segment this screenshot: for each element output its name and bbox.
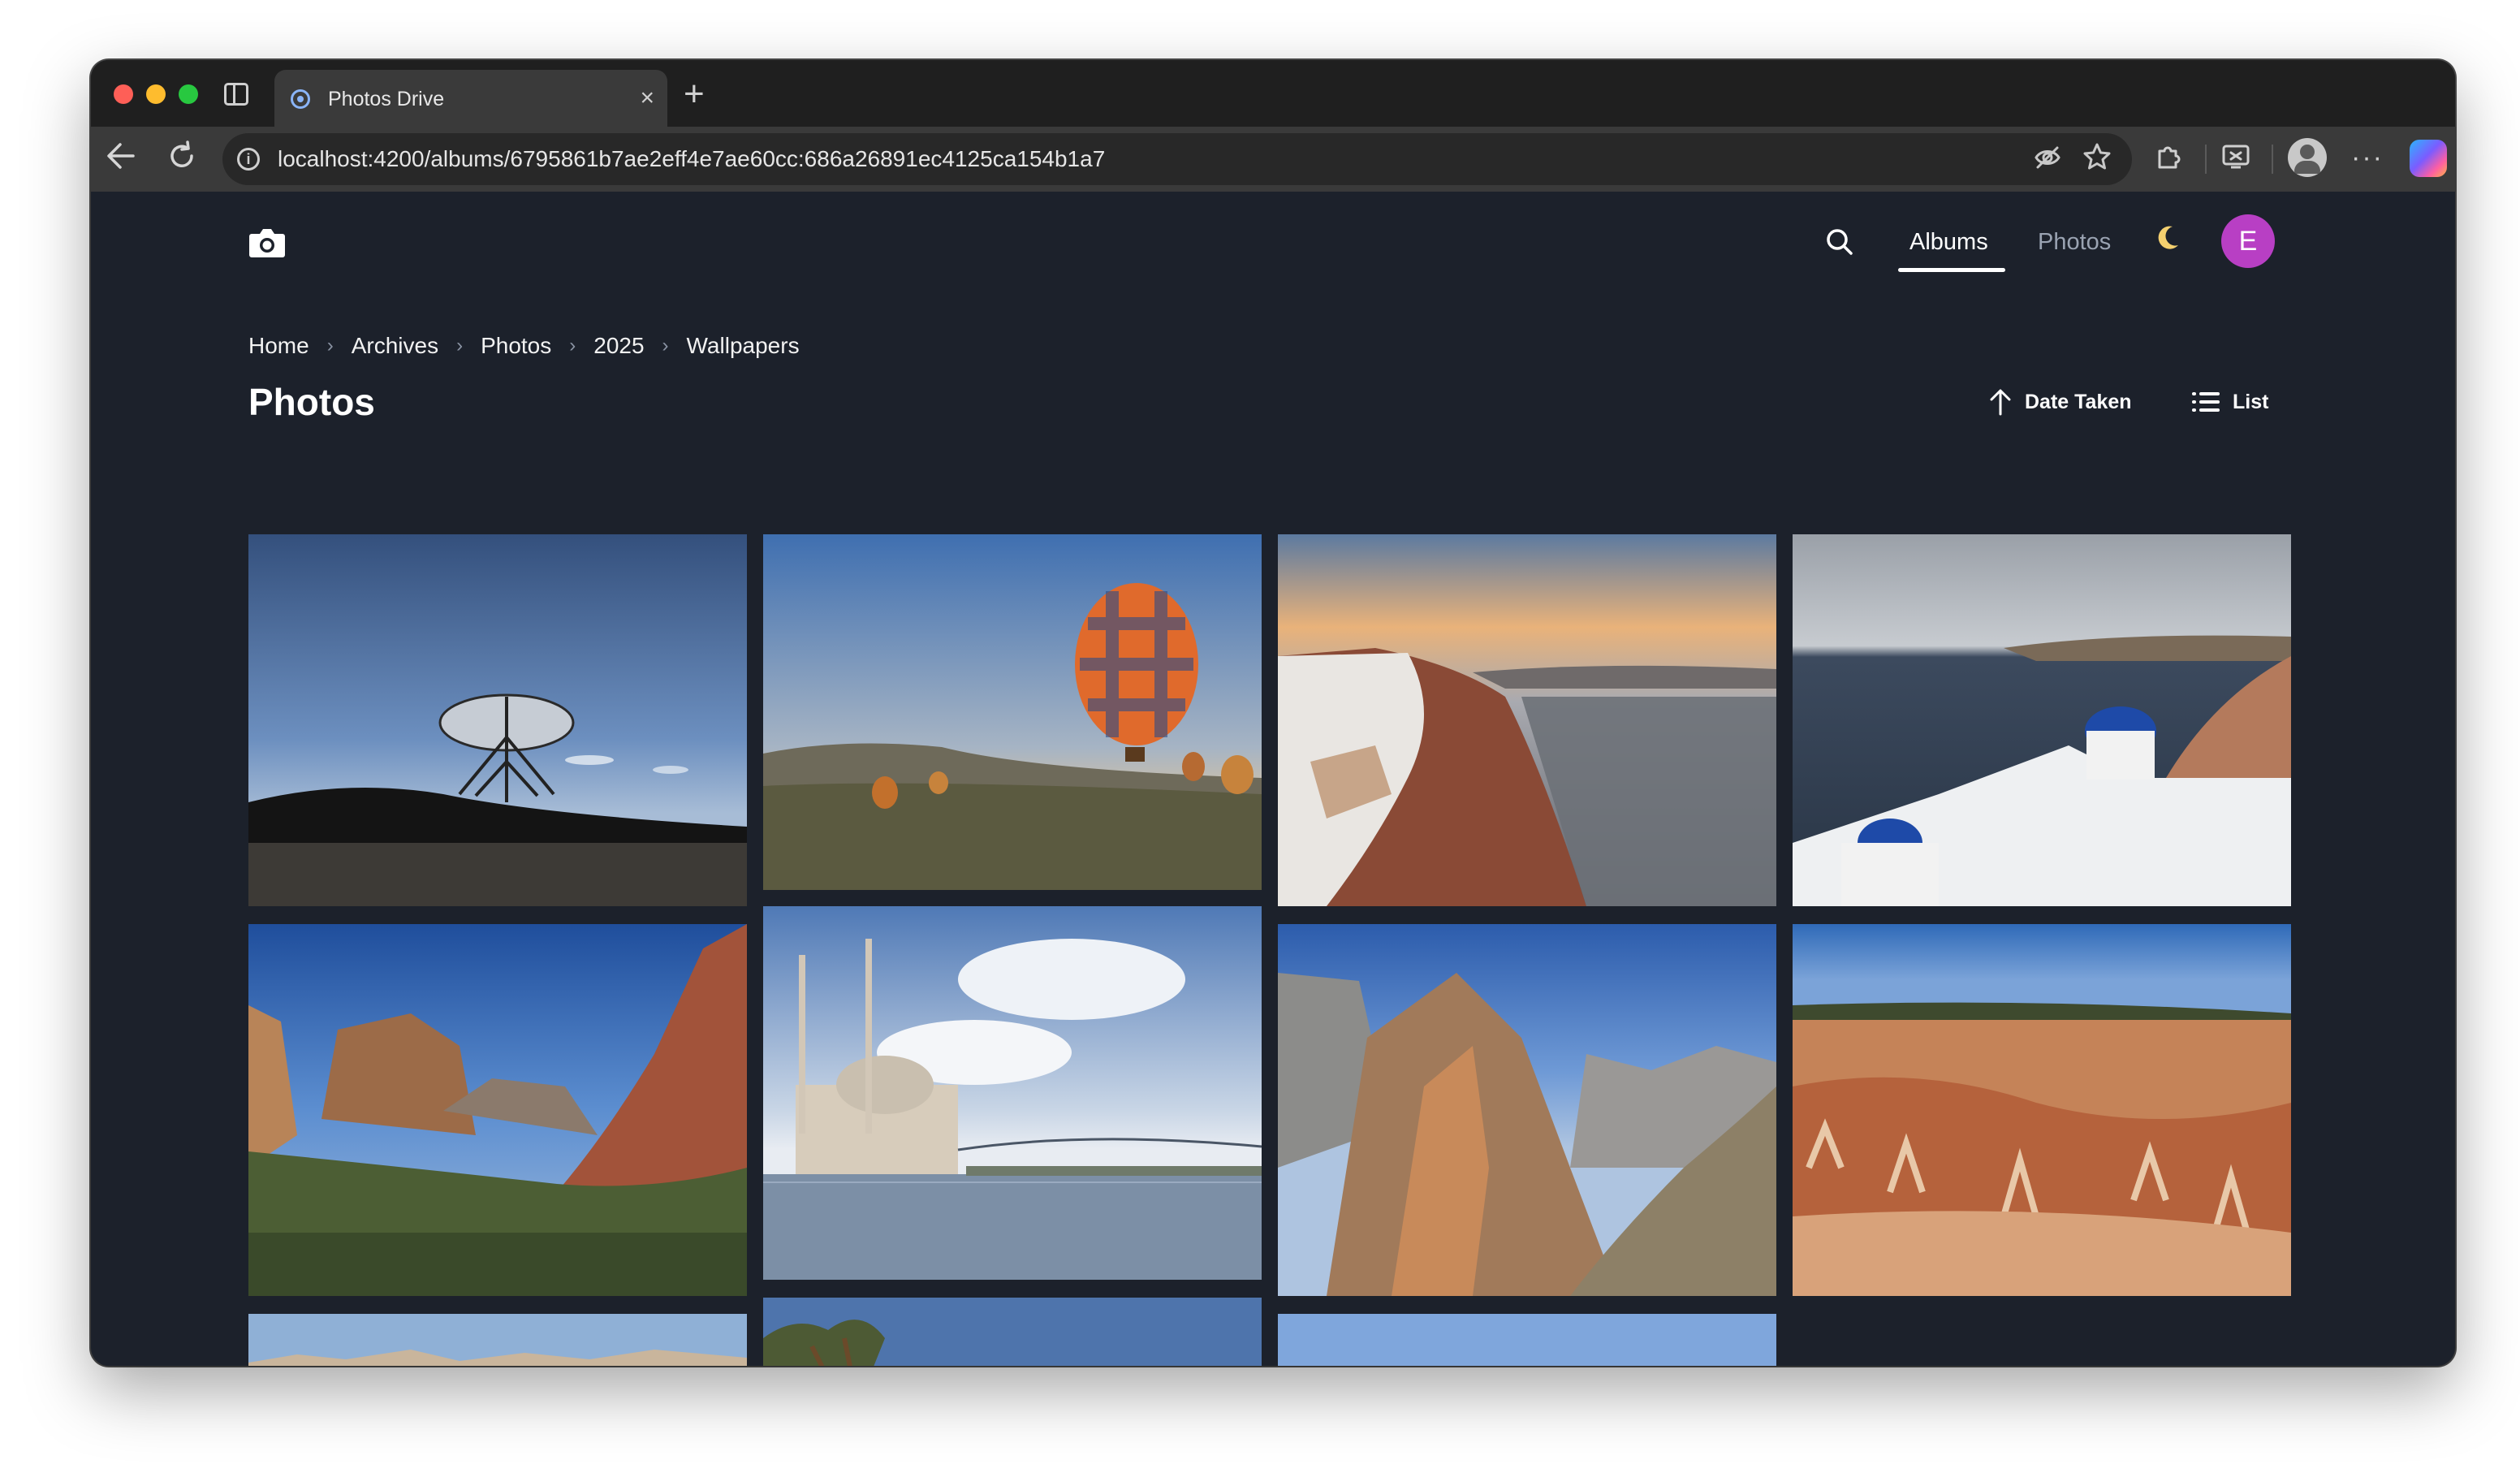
toolbar-divider [2205,145,2207,174]
url-text[interactable]: localhost:4200/albums/6795861b7ae2eff4e7… [278,146,1105,172]
browser-window: Photos Drive × + i localhost:4200/albums… [91,60,2455,1366]
photo-santorini-domes[interactable] [1793,534,2291,906]
photo-hot-air-balloons[interactable] [763,534,1262,890]
photo-zion-canyon[interactable] [248,924,747,1296]
profile-icon[interactable] [2288,138,2327,177]
new-tab-button[interactable]: + [684,71,705,117]
close-window-button[interactable] [114,84,133,104]
favicon-icon [291,89,310,109]
sidebar-toggle-icon[interactable] [224,83,248,106]
favorite-star-icon[interactable] [2082,141,2112,179]
photo-bryce-canyon[interactable] [1793,924,2291,1296]
extensions-icon[interactable] [2153,140,2186,181]
browser-tab[interactable]: Photos Drive × [274,70,667,127]
tab-bar: Photos Drive × + [91,60,2455,127]
back-arrow-icon[interactable] [106,140,136,180]
address-bar[interactable]: i localhost:4200/albums/6795861b7ae2eff4… [222,133,2132,185]
close-tab-icon[interactable]: × [640,84,654,112]
more-menu-icon[interactable]: ··· [2351,140,2384,175]
photo-santorini-sunset[interactable] [1278,534,1776,906]
minimize-window-button[interactable] [146,84,166,104]
screenshot-icon[interactable] [2220,140,2252,181]
photo-pine-tree[interactable] [763,1298,1262,1366]
copilot-icon[interactable] [2410,140,2447,177]
toolbar-divider [2272,145,2273,174]
photo-grid [97,192,2449,1366]
photo-clear-sky[interactable] [1278,1314,1776,1366]
browser-toolbar: i localhost:4200/albums/6795861b7ae2eff4… [91,127,2455,192]
reload-icon[interactable] [166,140,198,180]
photo-desert-rocks[interactable] [248,1314,747,1366]
tab-title: Photos Drive [328,88,445,110]
photo-istanbul-mosque[interactable] [763,906,1262,1280]
app-content: Albums Photos E Home › Archives › Photos… [97,192,2449,1366]
site-info-icon[interactable]: i [237,148,260,171]
maximize-window-button[interactable] [179,84,198,104]
tracking-prevention-icon[interactable] [2033,143,2062,179]
photo-angels-landing[interactable] [1278,924,1776,1296]
photo-radio-telescope[interactable] [248,534,747,906]
